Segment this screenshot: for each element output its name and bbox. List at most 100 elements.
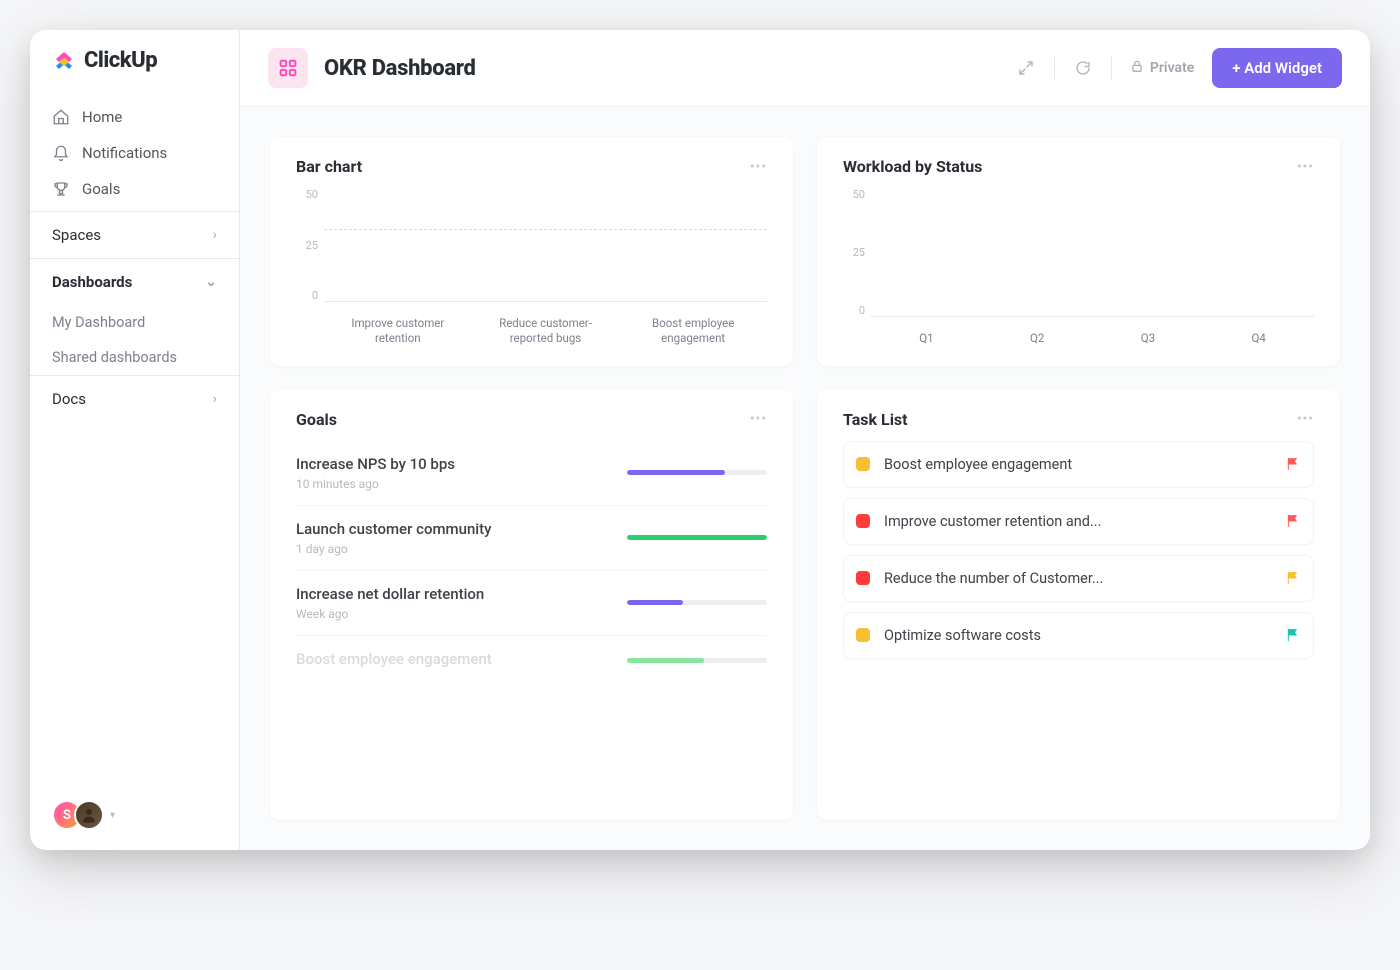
page-title: OKR Dashboard [324, 56, 476, 81]
widget-menu-icon[interactable]: ••• [1297, 411, 1314, 427]
bell-icon [52, 144, 70, 162]
flag-icon[interactable] [1285, 513, 1301, 529]
widget-workload-by-status: Workload by Status ••• 50 25 0 Q1Q2Q3Q4 [817, 137, 1340, 366]
flag-icon[interactable] [1285, 627, 1301, 643]
divider [1054, 57, 1055, 79]
widget-goals: Goals ••• Increase NPS by 10 bps10 minut… [270, 390, 793, 820]
goal-title: Boost employee engagement [296, 650, 615, 668]
widget-bar-chart: Bar chart ••• 50250 Improve customer ret… [270, 137, 793, 366]
sidebar-subitem-my-dashboard[interactable]: My Dashboard [30, 305, 239, 340]
task-list: Boost employee engagement Improve custome… [843, 441, 1314, 669]
refresh-icon[interactable] [1073, 58, 1093, 78]
sidebar-item-notifications[interactable]: Notifications [30, 135, 239, 171]
divider [1111, 57, 1112, 79]
trophy-icon [52, 180, 70, 198]
flag-icon[interactable] [1285, 570, 1301, 586]
sidebar-subitem-shared-dashboards[interactable]: Shared dashboards [30, 340, 239, 375]
widget-menu-icon[interactable]: ••• [1297, 159, 1314, 175]
progress-bar [627, 535, 767, 540]
task-row[interactable]: Improve customer retention and... [843, 498, 1314, 545]
privacy-label: Private [1150, 60, 1194, 76]
task-row[interactable]: Reduce the number of Customer... [843, 555, 1314, 602]
x-label: Reduce customer-reported bugs [472, 316, 620, 346]
y-tick: 25 [296, 239, 324, 252]
widget-menu-icon[interactable]: ••• [750, 159, 767, 175]
progress-fill [627, 470, 725, 475]
main: OKR Dashboard Private + Add Widget [240, 30, 1370, 850]
progress-fill [627, 535, 767, 540]
sidebar-item-label: Notifications [82, 144, 167, 162]
add-widget-button[interactable]: + Add Widget [1212, 48, 1342, 88]
avatar [74, 800, 104, 830]
goal-row[interactable]: Increase net dollar retention Week ago [296, 571, 767, 636]
x-label: Q4 [1203, 331, 1314, 346]
progress-bar [627, 470, 767, 475]
header: OKR Dashboard Private + Add Widget [240, 30, 1370, 107]
y-tick: 25 [843, 246, 871, 259]
dashboard-icon [268, 48, 308, 88]
lock-icon [1130, 59, 1144, 77]
task-title: Improve customer retention and... [884, 513, 1275, 530]
sidebar-section-spaces[interactable]: Spaces › [30, 211, 239, 258]
x-label: Q2 [982, 331, 1093, 346]
sidebar-nav: Home Notifications Goals [30, 95, 239, 211]
task-row[interactable]: Boost employee engagement [843, 441, 1314, 488]
expand-icon[interactable] [1016, 58, 1036, 78]
y-tick: 0 [296, 289, 324, 302]
goal-timestamp: Week ago [296, 607, 615, 621]
y-tick: 50 [296, 188, 324, 201]
caret-down-icon: ▾ [110, 810, 115, 821]
goal-title: Increase net dollar retention [296, 585, 615, 603]
sidebar-item-label: Goals [82, 180, 120, 198]
x-label: Q3 [1093, 331, 1204, 346]
x-label: Q1 [871, 331, 982, 346]
header-actions: Private + Add Widget [1016, 48, 1342, 88]
goals-list: Increase NPS by 10 bps10 minutes agoLaun… [296, 441, 767, 686]
progress-bar [627, 658, 767, 663]
sidebar-item-goals[interactable]: Goals [30, 171, 239, 207]
flag-icon[interactable] [1285, 456, 1301, 472]
brand-name: ClickUp [84, 48, 157, 73]
chevron-right-icon: › [213, 227, 217, 243]
task-title: Boost employee engagement [884, 456, 1275, 473]
status-indicator [856, 571, 870, 585]
goal-row[interactable]: Increase NPS by 10 bps10 minutes ago [296, 441, 767, 506]
widget-task-list: Task List ••• Boost employee engagement I… [817, 390, 1340, 820]
x-label: Boost employee engagement [619, 316, 767, 346]
chart-area: 50 25 0 Q1Q2Q3Q4 [843, 188, 1314, 346]
progress-fill [627, 658, 704, 663]
brand-logo[interactable]: ClickUp [30, 30, 239, 95]
sidebar: ClickUp Home Notifications Goals [30, 30, 240, 850]
sidebar-item-home[interactable]: Home [30, 99, 239, 135]
reference-line [324, 229, 767, 230]
home-icon [52, 108, 70, 126]
goal-title: Launch customer community [296, 520, 615, 538]
chart-area: 50 25 0 Improve customer retentionReduce c… [296, 188, 767, 346]
avatar-picker[interactable]: S ▾ [30, 780, 239, 850]
progress-bar [627, 600, 767, 605]
sidebar-item-label: Home [82, 108, 122, 126]
status-indicator [856, 628, 870, 642]
sidebar-section-dashboards[interactable]: Dashboards ⌄ [30, 258, 239, 305]
widget-menu-icon[interactable]: ••• [750, 411, 767, 427]
y-tick: 0 [843, 304, 871, 317]
widget-title: Workload by Status [843, 157, 982, 176]
status-indicator [856, 514, 870, 528]
section-label: Docs [52, 390, 86, 408]
goal-timestamp: 10 minutes ago [296, 477, 615, 491]
goal-timestamp: 1 day ago [296, 542, 615, 556]
task-title: Reduce the number of Customer... [884, 570, 1275, 587]
dashboard-grid: Bar chart ••• 50250 Improve customer ret… [240, 107, 1370, 850]
privacy-toggle[interactable]: Private [1130, 59, 1194, 77]
goal-row[interactable]: Boost employee engagement [296, 636, 767, 686]
status-indicator [856, 457, 870, 471]
y-tick: 50 [843, 188, 871, 201]
widget-title: Goals [296, 410, 337, 429]
x-label: Improve customer retention [324, 316, 472, 346]
task-title: Optimize software costs [884, 627, 1275, 644]
goal-row[interactable]: Launch customer community 1 day ago [296, 506, 767, 571]
section-label: Spaces [52, 226, 101, 244]
widget-title: Task List [843, 410, 908, 429]
task-row[interactable]: Optimize software costs [843, 612, 1314, 659]
sidebar-section-docs[interactable]: Docs › [30, 375, 239, 422]
